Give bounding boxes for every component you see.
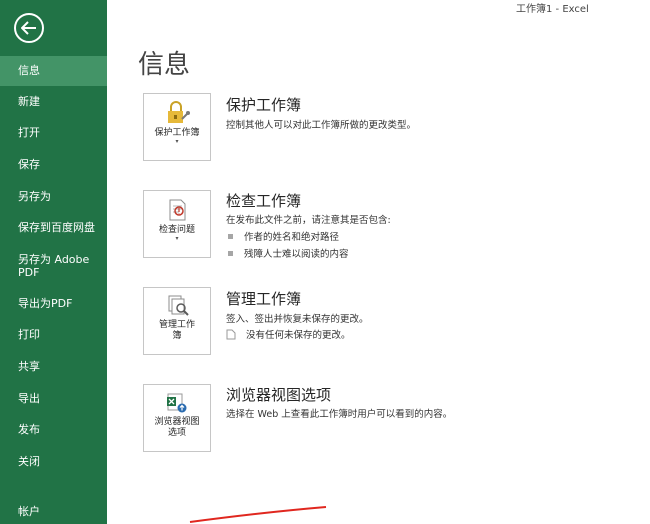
- sidebar-item-save-as[interactable]: 另存为: [0, 190, 107, 203]
- sidebar-item-export-pdf[interactable]: 导出为PDF: [0, 297, 107, 310]
- lock-key-icon: [168, 101, 190, 123]
- manage-workbook-title: 管理工作簿: [226, 290, 302, 308]
- sidebar-item-publish[interactable]: 发布: [0, 423, 107, 436]
- list-item: 残障人士难以阅读的内容: [228, 246, 349, 260]
- manage-workbook-description: 签入、签出并恢复未保存的更改。: [226, 314, 369, 325]
- check-issues-button[interactable]: 检查问题 ▾: [143, 190, 211, 258]
- inspect-workbook-title: 检查工作簿: [226, 192, 302, 210]
- page-title: 信息: [138, 50, 191, 80]
- sidebar-item-export[interactable]: 导出: [0, 392, 107, 405]
- browser-view-options-button[interactable]: 浏览器视图选项: [143, 384, 211, 452]
- dropdown-caret-icon: ▾: [175, 235, 179, 242]
- inspect-bullet-text: 作者的姓名和绝对路径: [244, 232, 340, 243]
- dropdown-caret-icon: ▾: [175, 138, 179, 145]
- inspect-workbook-description: 在发布此文件之前，请注意其是否包含:: [226, 215, 391, 226]
- browser-view-options-description: 选择在 Web 上查看此工作簿时用户可以看到的内容。: [226, 409, 453, 420]
- window-title: 工作簿1 - Excel: [516, 4, 589, 15]
- excel-browser-icon: [167, 393, 187, 413]
- sidebar-item-share[interactable]: 共享: [0, 360, 107, 373]
- back-button[interactable]: [14, 13, 44, 43]
- list-item: 没有任何未保存的更改。: [226, 327, 351, 341]
- sidebar-item-account[interactable]: 帐户: [0, 505, 107, 518]
- manage-workbook-button-label: 管理工作簿: [158, 320, 195, 341]
- sidebar-item-close[interactable]: 关闭: [0, 455, 107, 468]
- sidebar-item-save-as-adobe-pdf[interactable]: 另存为 Adobe PDF: [0, 253, 107, 279]
- sidebar-item-new[interactable]: 新建: [0, 95, 107, 108]
- bullet-icon: [228, 233, 233, 239]
- manage-workbook-icon: [168, 295, 189, 316]
- sidebar-item-print[interactable]: 打印: [0, 328, 107, 341]
- document-icon: [226, 329, 236, 339]
- annotation-stroke: [189, 506, 327, 523]
- manage-workbook-button[interactable]: 管理工作簿: [143, 287, 211, 355]
- protect-workbook-button[interactable]: 保护工作簿 ▾: [143, 93, 211, 161]
- inspect-bullet-text: 残障人士难以阅读的内容: [244, 249, 349, 260]
- sidebar-item-save[interactable]: 保存: [0, 158, 107, 171]
- manage-note-text: 没有任何未保存的更改。: [246, 330, 351, 341]
- browser-view-options-button-label: 浏览器视图选项: [154, 417, 200, 438]
- document-inspect-icon: [169, 199, 186, 221]
- sidebar-item-open[interactable]: 打开: [0, 126, 107, 139]
- sidebar-item-save-to-baidu[interactable]: 保存到百度网盘: [0, 221, 107, 234]
- bullet-icon: [228, 250, 233, 256]
- sidebar-item-info[interactable]: 信息: [0, 56, 107, 86]
- backstage-sidebar: 信息 新建 打开 保存 另存为 保存到百度网盘 另存为 Adobe PDF 导出…: [0, 0, 107, 524]
- list-item: 作者的姓名和绝对路径: [228, 229, 339, 243]
- arrow-left-icon: [21, 21, 36, 35]
- protect-workbook-description: 控制其他人可以对此工作簿所做的更改类型。: [226, 120, 417, 131]
- protect-workbook-title: 保护工作簿: [226, 96, 302, 114]
- browser-view-options-title: 浏览器视图选项: [226, 386, 332, 404]
